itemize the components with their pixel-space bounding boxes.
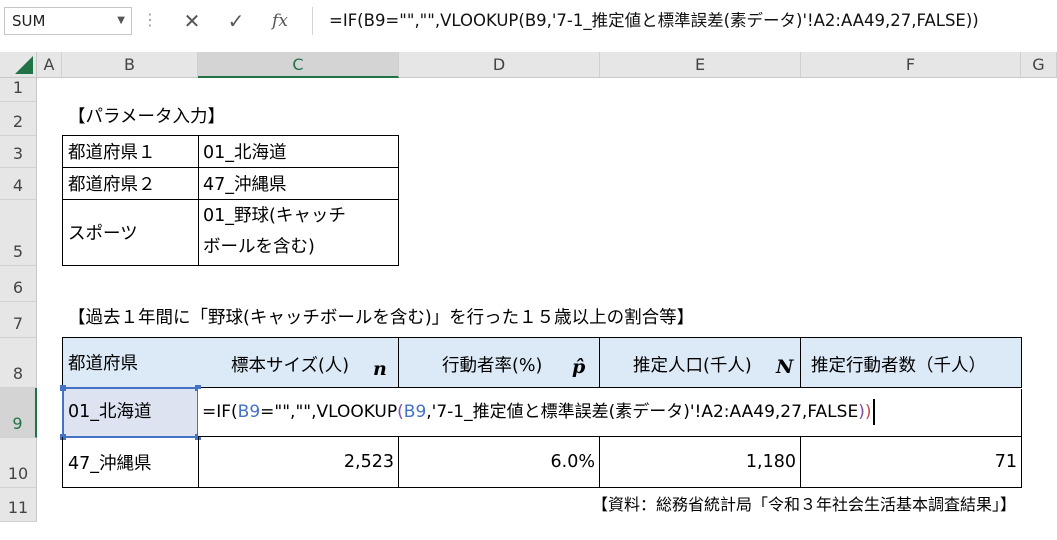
edit-ref-b9-2: B9 xyxy=(403,402,427,422)
header-est-population[interactable]: 推定人口(千人) N xyxy=(600,337,801,388)
header-est-actors[interactable]: 推定行動者数（千人） xyxy=(801,337,1022,388)
row-header-3[interactable]: 3 xyxy=(0,136,37,168)
row-header-7[interactable]: 7 xyxy=(0,302,37,338)
edit-part-middle: ="","",VLOOKUP xyxy=(260,402,398,422)
cell-b9-value: 01_北海道 xyxy=(68,402,152,422)
select-all-corner[interactable] xyxy=(0,52,37,78)
row10-prefecture[interactable]: 47_沖縄県 xyxy=(62,437,199,488)
row-header-1[interactable]: 1 xyxy=(0,78,37,102)
row-header-10[interactable]: 10 xyxy=(0,438,37,488)
header-sample-size[interactable]: 標本サイズ(人) n xyxy=(198,337,399,388)
param-value-pref1[interactable]: 01_北海道 xyxy=(198,135,399,168)
row-header-2[interactable]: 2 xyxy=(0,102,37,136)
insert-function-icon[interactable]: fx xyxy=(262,7,298,35)
fill-handle-tl[interactable] xyxy=(60,385,66,391)
editing-cell-c9[interactable]: =IF(B9="","",VLOOKUP(B9,'7-1_推定値と標準誤差(素デ… xyxy=(198,389,1022,437)
source-note: 【資料：総務省統計局「令和３年社会生活基本調査結果」】 xyxy=(591,495,1016,514)
cancel-icon[interactable]: ✕ xyxy=(174,7,210,35)
param-label-pref1[interactable]: 都道府県１ xyxy=(62,135,199,168)
grip-icon: ⋮ xyxy=(142,10,158,29)
header-prefecture[interactable]: 都道府県 xyxy=(62,337,199,388)
enter-icon[interactable]: ✓ xyxy=(218,7,254,35)
header-sample-size-label: 標本サイズ(人) xyxy=(231,356,350,376)
header-est-actors-label: 推定行動者数（千人） xyxy=(811,356,986,376)
row10-est-population[interactable]: 1,180 xyxy=(600,437,801,488)
param-section-title: 【パラメータ入力】 xyxy=(68,107,225,127)
row-header-5[interactable]: 5 xyxy=(0,200,37,266)
col-header-a[interactable]: A xyxy=(37,52,62,78)
row-header-9[interactable]: 9 xyxy=(0,388,37,438)
header-est-population-label: 推定人口(千人) xyxy=(633,356,752,376)
symbol-n: n xyxy=(373,358,387,380)
col-header-e[interactable]: E xyxy=(600,52,801,78)
row-header-4[interactable]: 4 xyxy=(0,168,37,200)
col-header-b[interactable]: B xyxy=(62,52,198,78)
symbol-p-hat: p̂ xyxy=(572,356,586,378)
header-activity-rate-label: 行動者率(%) xyxy=(442,356,543,376)
row10-activity-rate[interactable]: 6.0% xyxy=(399,437,600,488)
col-header-f[interactable]: F xyxy=(801,52,1021,78)
edit-paren-close: ) xyxy=(858,402,865,422)
param-label-pref2[interactable]: 都道府県２ xyxy=(62,167,199,200)
row-header-6[interactable]: 6 xyxy=(0,266,37,302)
text-caret xyxy=(873,399,876,425)
param-value-sport[interactable]: 01_野球(キャッチ ボールを含む) xyxy=(198,199,399,266)
row-header-11[interactable]: 11 xyxy=(0,488,37,522)
header-activity-rate[interactable]: 行動者率(%) p̂ xyxy=(399,337,600,388)
param-value-pref2[interactable]: 47_沖縄県 xyxy=(198,167,399,200)
param-label-sport[interactable]: スポーツ xyxy=(62,199,199,266)
formula-controls: ✕ ✓ fx xyxy=(166,7,308,35)
name-box[interactable]: SUM ▼ xyxy=(4,7,132,35)
col-header-d[interactable]: D xyxy=(399,52,600,78)
col-header-c[interactable]: C xyxy=(198,52,399,78)
selected-cell-b9[interactable]: 01_北海道 xyxy=(60,385,201,440)
row10-est-actors[interactable]: 71 xyxy=(801,437,1022,488)
edit-ref-b9: B9 xyxy=(237,402,261,422)
row-header-8[interactable]: 8 xyxy=(0,338,37,388)
col-header-g[interactable]: G xyxy=(1021,52,1057,78)
chevron-down-icon[interactable]: ▼ xyxy=(117,8,125,34)
result-section-title: 【過去１年間に「野球(キャッチボールを含む)」を行った１５歳以上の割合等】 xyxy=(68,308,695,328)
edit-part-if: =IF( xyxy=(202,402,238,422)
formula-bar: SUM ▼ ⋮ ✕ ✓ fx =IF(B9="","",VLOOKUP(B9,'7… xyxy=(0,0,1057,44)
sport-line-1: 01_野球(キャッチ xyxy=(203,206,346,226)
formula-input[interactable]: =IF(B9="","",VLOOKUP(B9,'7-1_推定値と標準誤差(素デ… xyxy=(312,7,1053,35)
edit-paren-close-outer: ) xyxy=(864,402,872,422)
edit-part-range: ,'7-1_推定値と標準誤差(素データ)'!A2:AA49,27,FALSE xyxy=(426,402,859,422)
sport-line-2: ボールを含む) xyxy=(203,237,315,257)
edit-paren-open: ( xyxy=(397,402,404,422)
symbol-N: N xyxy=(776,356,794,378)
row10-sample-size[interactable]: 2,523 xyxy=(198,437,399,488)
